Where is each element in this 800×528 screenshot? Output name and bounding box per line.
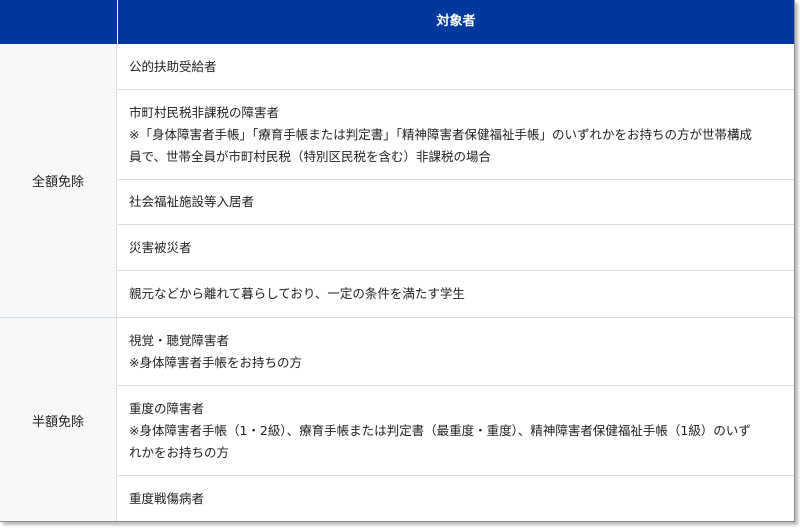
table-row: 公的扶助受給者	[118, 44, 794, 90]
row-text: 社会福祉施設等入居者	[129, 194, 255, 209]
row-text: 重度の障害者	[129, 400, 205, 416]
row-note: ※身体障害者手帳をお持ちの方	[129, 354, 302, 370]
header-label: 対象者	[436, 14, 476, 29]
row-text: 視覚・聴覚障害者	[129, 332, 230, 348]
table-row: 災害被災者	[118, 225, 794, 271]
table-row: 社会福祉施設等入居者	[118, 180, 794, 225]
row-note: ※身体障害者手帳（1・2級）、療育手帳または判定書（最重度・重度）、精神障害者保…	[129, 422, 751, 438]
row-text: 災害被災者	[129, 239, 192, 255]
table-row: 親元などから離れて暮らしており、一定の条件を満たす学生	[118, 271, 794, 317]
row-text: 親元などから離れて暮らしており、一定の条件を満たす学生	[129, 286, 465, 301]
exemption-table: 対象者 全額免除 公的扶助受給者 市町村民税非課税の障害者 ※「身体障害者手帳」…	[0, 0, 795, 522]
row-text: 公的扶助受給者	[129, 58, 217, 74]
row-note: 員で、世帯全員が市町村民税（特別区民税を含む）非課税の場合	[129, 148, 492, 164]
group-full-exemption: 全額免除 公的扶助受給者 市町村民税非課税の障害者 ※「身体障害者手帳」「療育手…	[0, 44, 794, 317]
rows-full-exemption: 公的扶助受給者 市町村民税非課税の障害者 ※「身体障害者手帳」「療育手帳または判…	[118, 44, 794, 317]
group-half-exemption: 半額免除 視覚・聴覚障害者 ※身体障害者手帳をお持ちの方 重度の障害者 ※身体障…	[0, 317, 794, 521]
category-full-exemption: 全額免除	[0, 44, 117, 317]
table-row: 視覚・聴覚障害者 ※身体障害者手帳をお持ちの方	[118, 318, 794, 386]
row-text: 市町村民税非課税の障害者	[129, 104, 280, 120]
category-half-exemption: 半額免除	[0, 318, 117, 521]
row-note: れかをお持ちの方	[129, 444, 230, 460]
table-row: 重度戦傷病者	[118, 476, 794, 521]
rows-half-exemption: 視覚・聴覚障害者 ※身体障害者手帳をお持ちの方 重度の障害者 ※身体障害者手帳（…	[118, 318, 794, 521]
row-text: 重度戦傷病者	[129, 491, 205, 506]
table-header: 対象者	[0, 0, 794, 44]
table-row: 重度の障害者 ※身体障害者手帳（1・2級）、療育手帳または判定書（最重度・重度）…	[118, 386, 794, 476]
row-note: ※「身体障害者手帳」「療育手帳または判定書」「精神障害者保健福祉手帳」のいずれか…	[129, 126, 752, 142]
table-row: 市町村民税非課税の障害者 ※「身体障害者手帳」「療育手帳または判定書」「精神障害…	[118, 90, 794, 180]
